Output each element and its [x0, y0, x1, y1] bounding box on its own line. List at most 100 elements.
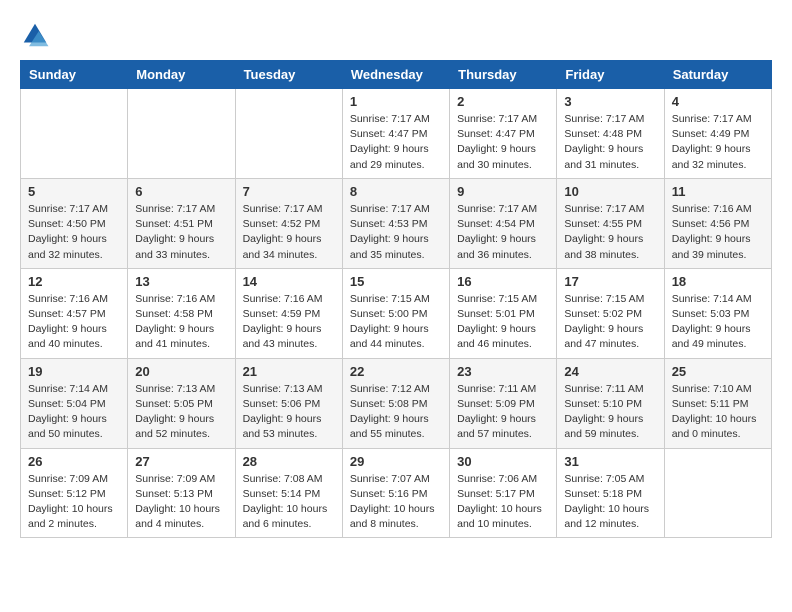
day-info: Sunrise: 7:09 AM Sunset: 5:13 PM Dayligh…: [135, 472, 227, 533]
day-number: 7: [243, 184, 335, 199]
calendar-cell: 4 Sunrise: 7:17 AM Sunset: 4:49 PM Daylig…: [664, 89, 771, 179]
day-number: 31: [564, 454, 656, 469]
day-number: 13: [135, 274, 227, 289]
day-number: 25: [672, 364, 764, 379]
calendar-cell: 14 Sunrise: 7:16 AM Sunset: 4:59 PM Dayli…: [235, 268, 342, 358]
calendar-cell: 29 Sunrise: 7:07 AM Sunset: 5:16 PM Dayli…: [342, 448, 449, 538]
day-number: 3: [564, 94, 656, 109]
day-info: Sunrise: 7:12 AM Sunset: 5:08 PM Dayligh…: [350, 382, 442, 443]
day-number: 2: [457, 94, 549, 109]
day-info: Sunrise: 7:06 AM Sunset: 5:17 PM Dayligh…: [457, 472, 549, 533]
day-number: 20: [135, 364, 227, 379]
calendar-cell: [664, 448, 771, 538]
day-info: Sunrise: 7:14 AM Sunset: 5:04 PM Dayligh…: [28, 382, 120, 443]
day-info: Sunrise: 7:16 AM Sunset: 4:57 PM Dayligh…: [28, 292, 120, 353]
week-row-1: 1 Sunrise: 7:17 AM Sunset: 4:47 PM Daylig…: [21, 89, 772, 179]
day-header-thursday: Thursday: [450, 61, 557, 89]
day-number: 14: [243, 274, 335, 289]
day-number: 17: [564, 274, 656, 289]
calendar-cell: 5Sunrise: 7:17 AM Sunset: 4:50 PM Daylig…: [21, 178, 128, 268]
calendar-cell: 24 Sunrise: 7:11 AM Sunset: 5:10 PM Dayli…: [557, 358, 664, 448]
calendar-cell: 17 Sunrise: 7:15 AM Sunset: 5:02 PM Dayli…: [557, 268, 664, 358]
calendar-cell: 31 Sunrise: 7:05 AM Sunset: 5:18 PM Dayli…: [557, 448, 664, 538]
day-number: 1: [350, 94, 442, 109]
calendar-cell: 19 Sunrise: 7:14 AM Sunset: 5:04 PM Dayli…: [21, 358, 128, 448]
calendar-cell: 7 Sunrise: 7:17 AM Sunset: 4:52 PM Daylig…: [235, 178, 342, 268]
day-number: 5: [28, 184, 120, 199]
day-info: Sunrise: 7:16 AM Sunset: 4:58 PM Dayligh…: [135, 292, 227, 353]
calendar-cell: 25 Sunrise: 7:10 AM Sunset: 5:11 PM Dayli…: [664, 358, 771, 448]
calendar-cell: 8Sunrise: 7:17 AM Sunset: 4:53 PM Daylig…: [342, 178, 449, 268]
page-header: [20, 20, 772, 50]
week-row-4: 19 Sunrise: 7:14 AM Sunset: 5:04 PM Dayli…: [21, 358, 772, 448]
week-row-3: 12 Sunrise: 7:16 AM Sunset: 4:57 PM Dayli…: [21, 268, 772, 358]
calendar-cell: 16 Sunrise: 7:15 AM Sunset: 5:01 PM Dayli…: [450, 268, 557, 358]
calendar-cell: 18Sunrise: 7:14 AM Sunset: 5:03 PM Dayli…: [664, 268, 771, 358]
calendar-cell: 27 Sunrise: 7:09 AM Sunset: 5:13 PM Dayli…: [128, 448, 235, 538]
day-number: 4: [672, 94, 764, 109]
day-number: 12: [28, 274, 120, 289]
day-number: 16: [457, 274, 549, 289]
day-info: Sunrise: 7:16 AM Sunset: 4:59 PM Dayligh…: [243, 292, 335, 353]
day-info: Sunrise: 7:13 AM Sunset: 5:05 PM Dayligh…: [135, 382, 227, 443]
day-number: 22: [350, 364, 442, 379]
day-number: 15: [350, 274, 442, 289]
day-number: 26: [28, 454, 120, 469]
day-header-tuesday: Tuesday: [235, 61, 342, 89]
day-info: Sunrise: 7:17 AM Sunset: 4:51 PM Dayligh…: [135, 202, 227, 263]
day-number: 28: [243, 454, 335, 469]
day-info: Sunrise: 7:16 AM Sunset: 4:56 PM Dayligh…: [672, 202, 764, 263]
calendar-cell: 22 Sunrise: 7:12 AM Sunset: 5:08 PM Dayli…: [342, 358, 449, 448]
day-number: 30: [457, 454, 549, 469]
calendar-cell: 20 Sunrise: 7:13 AM Sunset: 5:05 PM Dayli…: [128, 358, 235, 448]
day-info: Sunrise: 7:11 AM Sunset: 5:10 PM Dayligh…: [564, 382, 656, 443]
day-info: Sunrise: 7:17 AM Sunset: 4:52 PM Dayligh…: [243, 202, 335, 263]
calendar-cell: 10Sunrise: 7:17 AM Sunset: 4:55 PM Dayli…: [557, 178, 664, 268]
day-info: Sunrise: 7:10 AM Sunset: 5:11 PM Dayligh…: [672, 382, 764, 443]
calendar-cell: 11 Sunrise: 7:16 AM Sunset: 4:56 PM Dayli…: [664, 178, 771, 268]
day-header-monday: Monday: [128, 61, 235, 89]
day-info: Sunrise: 7:17 AM Sunset: 4:49 PM Dayligh…: [672, 112, 764, 173]
day-info: Sunrise: 7:11 AM Sunset: 5:09 PM Dayligh…: [457, 382, 549, 443]
day-info: Sunrise: 7:15 AM Sunset: 5:01 PM Dayligh…: [457, 292, 549, 353]
calendar-table: SundayMondayTuesdayWednesdayThursdayFrid…: [20, 60, 772, 538]
day-info: Sunrise: 7:17 AM Sunset: 4:47 PM Dayligh…: [350, 112, 442, 173]
calendar-cell: 30 Sunrise: 7:06 AM Sunset: 5:17 PM Dayli…: [450, 448, 557, 538]
day-info: Sunrise: 7:17 AM Sunset: 4:48 PM Dayligh…: [564, 112, 656, 173]
day-info: Sunrise: 7:08 AM Sunset: 5:14 PM Dayligh…: [243, 472, 335, 533]
week-row-2: 5Sunrise: 7:17 AM Sunset: 4:50 PM Daylig…: [21, 178, 772, 268]
day-info: Sunrise: 7:15 AM Sunset: 5:00 PM Dayligh…: [350, 292, 442, 353]
logo-icon: [20, 20, 50, 50]
day-info: Sunrise: 7:17 AM Sunset: 4:55 PM Dayligh…: [564, 202, 656, 263]
calendar-cell: 28 Sunrise: 7:08 AM Sunset: 5:14 PM Dayli…: [235, 448, 342, 538]
day-info: Sunrise: 7:13 AM Sunset: 5:06 PM Dayligh…: [243, 382, 335, 443]
day-info: Sunrise: 7:07 AM Sunset: 5:16 PM Dayligh…: [350, 472, 442, 533]
logo: [20, 20, 54, 50]
calendar-cell: [128, 89, 235, 179]
day-number: 11: [672, 184, 764, 199]
calendar-cell: 26Sunrise: 7:09 AM Sunset: 5:12 PM Dayli…: [21, 448, 128, 538]
day-number: 8: [350, 184, 442, 199]
day-info: Sunrise: 7:17 AM Sunset: 4:54 PM Dayligh…: [457, 202, 549, 263]
calendar-cell: [21, 89, 128, 179]
day-number: 9: [457, 184, 549, 199]
calendar-cell: 1 Sunrise: 7:17 AM Sunset: 4:47 PM Daylig…: [342, 89, 449, 179]
day-info: Sunrise: 7:05 AM Sunset: 5:18 PM Dayligh…: [564, 472, 656, 533]
day-info: Sunrise: 7:15 AM Sunset: 5:02 PM Dayligh…: [564, 292, 656, 353]
calendar-cell: 23Sunrise: 7:11 AM Sunset: 5:09 PM Dayli…: [450, 358, 557, 448]
calendar-cell: 13 Sunrise: 7:16 AM Sunset: 4:58 PM Dayli…: [128, 268, 235, 358]
calendar-cell: 9 Sunrise: 7:17 AM Sunset: 4:54 PM Daylig…: [450, 178, 557, 268]
day-number: 19: [28, 364, 120, 379]
day-header-sunday: Sunday: [21, 61, 128, 89]
calendar-cell: [235, 89, 342, 179]
day-number: 29: [350, 454, 442, 469]
day-info: Sunrise: 7:17 AM Sunset: 4:47 PM Dayligh…: [457, 112, 549, 173]
day-header-saturday: Saturday: [664, 61, 771, 89]
calendar-cell: 15 Sunrise: 7:15 AM Sunset: 5:00 PM Dayli…: [342, 268, 449, 358]
day-number: 27: [135, 454, 227, 469]
week-row-5: 26Sunrise: 7:09 AM Sunset: 5:12 PM Dayli…: [21, 448, 772, 538]
calendar-cell: 2 Sunrise: 7:17 AM Sunset: 4:47 PM Daylig…: [450, 89, 557, 179]
calendar-cell: 3 Sunrise: 7:17 AM Sunset: 4:48 PM Daylig…: [557, 89, 664, 179]
calendar-cell: 12 Sunrise: 7:16 AM Sunset: 4:57 PM Dayli…: [21, 268, 128, 358]
day-number: 24: [564, 364, 656, 379]
